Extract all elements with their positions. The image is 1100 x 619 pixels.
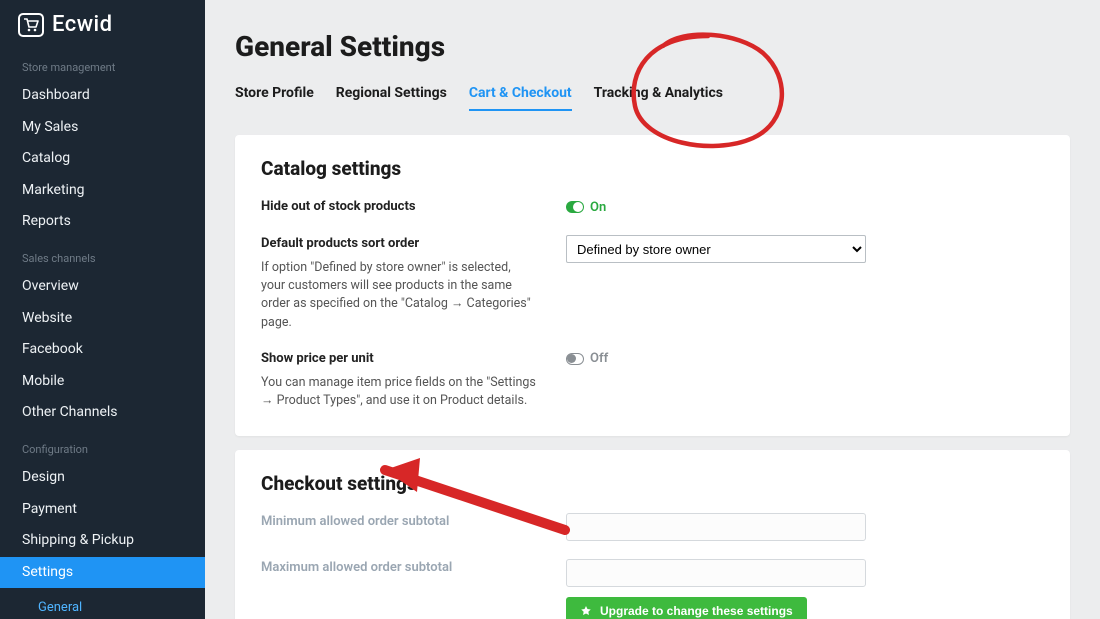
toggle-on-icon <box>566 201 584 213</box>
toggle-off-text: Off <box>590 351 608 366</box>
checkout-settings-heading: Checkout settings <box>261 472 1044 495</box>
tab-tracking-analytics[interactable]: Tracking & Analytics <box>594 85 723 111</box>
star-icon <box>580 605 592 617</box>
hide-out-of-stock-label: Hide out of stock products <box>261 198 536 216</box>
sidebar-item-marketing[interactable]: Marketing <box>0 175 205 207</box>
catalog-settings-card: Catalog settings Hide out of stock produ… <box>235 135 1070 436</box>
tab-regional-settings[interactable]: Regional Settings <box>336 85 447 111</box>
section-label-configuration: Configuration <box>0 429 205 462</box>
sidebar-item-my-sales[interactable]: My Sales <box>0 112 205 144</box>
subnav-general[interactable]: General <box>0 594 205 619</box>
upgrade-button-label: Upgrade to change these settings <box>600 604 793 618</box>
max-subtotal-input[interactable] <box>566 559 866 587</box>
page-header: General Settings Store Profile Regional … <box>205 0 1100 121</box>
section-label-sales-channels: Sales channels <box>0 238 205 271</box>
sidebar-item-facebook[interactable]: Facebook <box>0 334 205 366</box>
hide-out-of-stock-toggle[interactable]: On <box>566 200 606 215</box>
default-sort-label-text: Default products sort order <box>261 236 419 251</box>
upgrade-button[interactable]: Upgrade to change these settings <box>566 597 807 619</box>
sidebar-item-reports[interactable]: Reports <box>0 206 205 238</box>
min-subtotal-label: Minimum allowed order subtotal <box>261 513 536 531</box>
default-sort-select[interactable]: Defined by store owner <box>566 235 866 263</box>
main-content: General Settings Store Profile Regional … <box>205 0 1100 619</box>
sidebar-item-dashboard[interactable]: Dashboard <box>0 80 205 112</box>
sidebar-item-other-channels[interactable]: Other Channels <box>0 397 205 429</box>
settings-subnav: General Taxes Legal Notifications Invoic… <box>0 588 205 619</box>
price-per-unit-toggle[interactable]: Off <box>566 351 608 366</box>
sidebar-item-shipping-pickup[interactable]: Shipping & Pickup <box>0 525 205 557</box>
sidebar-item-catalog[interactable]: Catalog <box>0 143 205 175</box>
checkout-settings-card: Checkout settings Minimum allowed order … <box>235 450 1070 619</box>
section-label-store-management: Store management <box>0 47 205 80</box>
sidebar-item-settings[interactable]: Settings <box>0 557 205 589</box>
tab-store-profile[interactable]: Store Profile <box>235 85 314 111</box>
brand-logo-icon <box>18 13 44 37</box>
price-per-unit-desc: You can manage item price fields on the … <box>261 374 536 410</box>
toggle-on-text: On <box>590 200 606 215</box>
default-sort-label: Default products sort order If option "D… <box>261 235 536 332</box>
sidebar: Ecwid Store management Dashboard My Sale… <box>0 0 205 619</box>
price-per-unit-label-text: Show price per unit <box>261 351 374 366</box>
sidebar-item-mobile[interactable]: Mobile <box>0 366 205 398</box>
max-subtotal-label: Maximum allowed order subtotal <box>261 559 536 577</box>
page-title: General Settings <box>235 30 1070 63</box>
sidebar-item-website[interactable]: Website <box>0 303 205 335</box>
toggle-off-icon <box>566 353 584 365</box>
price-per-unit-label: Show price per unit You can manage item … <box>261 350 536 410</box>
sidebar-item-design[interactable]: Design <box>0 462 205 494</box>
brand: Ecwid <box>0 12 205 47</box>
catalog-settings-heading: Catalog settings <box>261 157 1044 180</box>
sidebar-item-overview[interactable]: Overview <box>0 271 205 303</box>
brand-name: Ecwid <box>52 12 113 37</box>
sidebar-item-payment[interactable]: Payment <box>0 494 205 526</box>
default-sort-desc: If option "Defined by store owner" is se… <box>261 259 536 332</box>
tab-cart-checkout[interactable]: Cart & Checkout <box>469 85 572 111</box>
tabs: Store Profile Regional Settings Cart & C… <box>235 85 1070 121</box>
min-subtotal-input[interactable] <box>566 513 866 541</box>
